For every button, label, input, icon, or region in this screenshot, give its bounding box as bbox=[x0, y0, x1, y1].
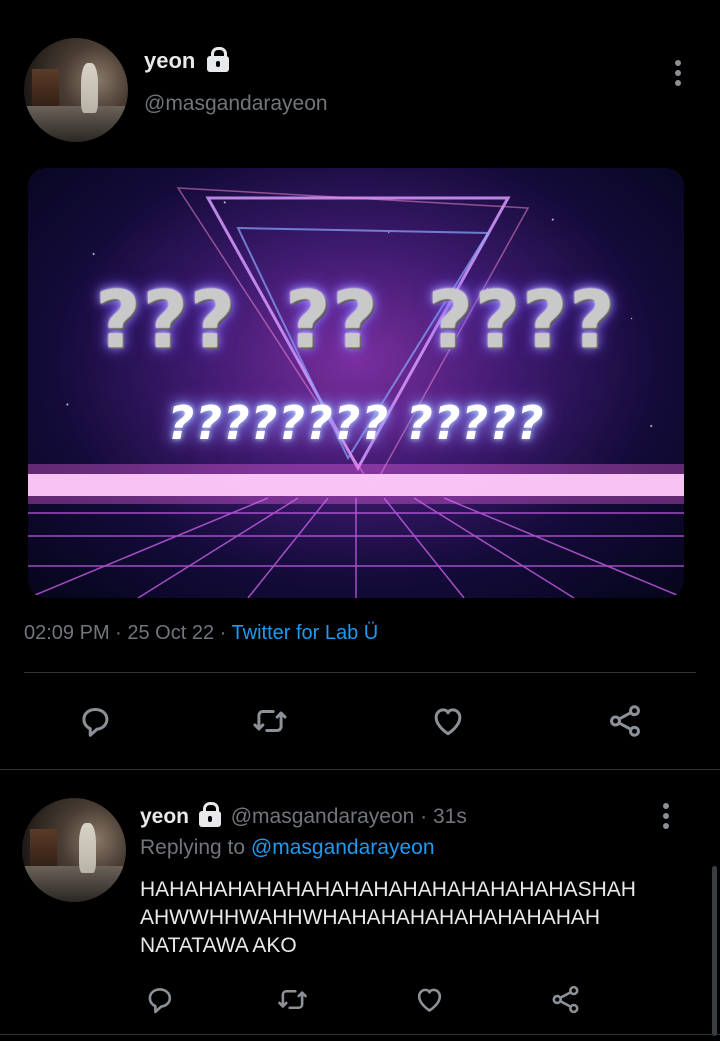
reply-share-button[interactable] bbox=[549, 983, 582, 1016]
reply-retweet-button[interactable] bbox=[276, 983, 309, 1016]
retweet-icon bbox=[278, 989, 307, 1010]
reply-text-line: AHWWHHWAHHWHAHAHAHAHAHAHAHAHAH bbox=[140, 906, 601, 929]
reply-avatar[interactable] bbox=[22, 798, 126, 902]
media-text-line2: ???????? ????? bbox=[167, 396, 545, 450]
bottom-divider bbox=[0, 1034, 720, 1035]
reply-display-name[interactable]: yeon bbox=[140, 805, 189, 828]
divider bbox=[24, 672, 696, 673]
scrollbar[interactable] bbox=[712, 866, 717, 1036]
reply-icon bbox=[148, 988, 172, 1014]
reply-like-button[interactable] bbox=[413, 983, 446, 1016]
question-group-2: ?? bbox=[285, 276, 380, 366]
reply-text-line: HAHAHAHAHAHAHAHAHAHAHAHAHAHAHASHAH bbox=[140, 878, 636, 901]
tweet-image[interactable]: ??? ?? ???? ???????? ????? bbox=[28, 168, 684, 598]
retweet-button[interactable] bbox=[251, 702, 289, 740]
display-name[interactable]: yeon bbox=[144, 48, 195, 73]
question-group-3: ???? bbox=[427, 276, 617, 366]
more-icon[interactable] bbox=[662, 803, 670, 829]
like-icon bbox=[417, 988, 442, 1012]
more-icon[interactable] bbox=[674, 60, 682, 86]
replying-prefix: Replying to bbox=[140, 836, 251, 859]
reply-header: yeon @masgandarayeon · 31s bbox=[140, 802, 467, 829]
lock-icon bbox=[207, 47, 230, 73]
media-text-line1: ??? ?? ???? bbox=[28, 276, 684, 366]
question-group-1: ??? bbox=[95, 276, 238, 366]
share-icon bbox=[552, 985, 579, 1014]
share-icon bbox=[610, 705, 640, 737]
lock-icon bbox=[198, 802, 221, 828]
avatar[interactable] bbox=[24, 38, 128, 142]
reply-reply-button[interactable] bbox=[143, 983, 176, 1016]
tweet-meta: 02:09 PM · 25 Oct 22 · Twitter for Lab Ü bbox=[24, 622, 378, 645]
neon-triangles bbox=[28, 187, 684, 598]
like-icon bbox=[434, 708, 462, 736]
retweet-icon bbox=[253, 709, 287, 733]
like-button[interactable] bbox=[429, 702, 467, 740]
replying-to: Replying to @masgandarayeon bbox=[140, 836, 435, 860]
tweet-author[interactable]: yeon bbox=[144, 47, 230, 74]
user-handle[interactable]: @masgandarayeon bbox=[144, 92, 328, 116]
section-divider bbox=[0, 769, 720, 770]
timestamp: 02:09 PM · 25 Oct 22 · bbox=[24, 622, 232, 644]
reply-text: HAHAHAHAHAHAHAHAHAHAHAHAHAHAHASHAH AHWWH… bbox=[140, 876, 636, 960]
reply-button[interactable] bbox=[76, 702, 114, 740]
reply-text-line: NATATAWA AKO bbox=[140, 934, 297, 957]
reply-icon bbox=[82, 707, 109, 737]
share-button[interactable] bbox=[606, 702, 644, 740]
reply-handle-time[interactable]: @masgandarayeon · 31s bbox=[231, 805, 467, 828]
source-link[interactable]: Twitter for Lab Ü bbox=[232, 622, 379, 644]
replying-to-link[interactable]: @masgandarayeon bbox=[251, 836, 435, 859]
